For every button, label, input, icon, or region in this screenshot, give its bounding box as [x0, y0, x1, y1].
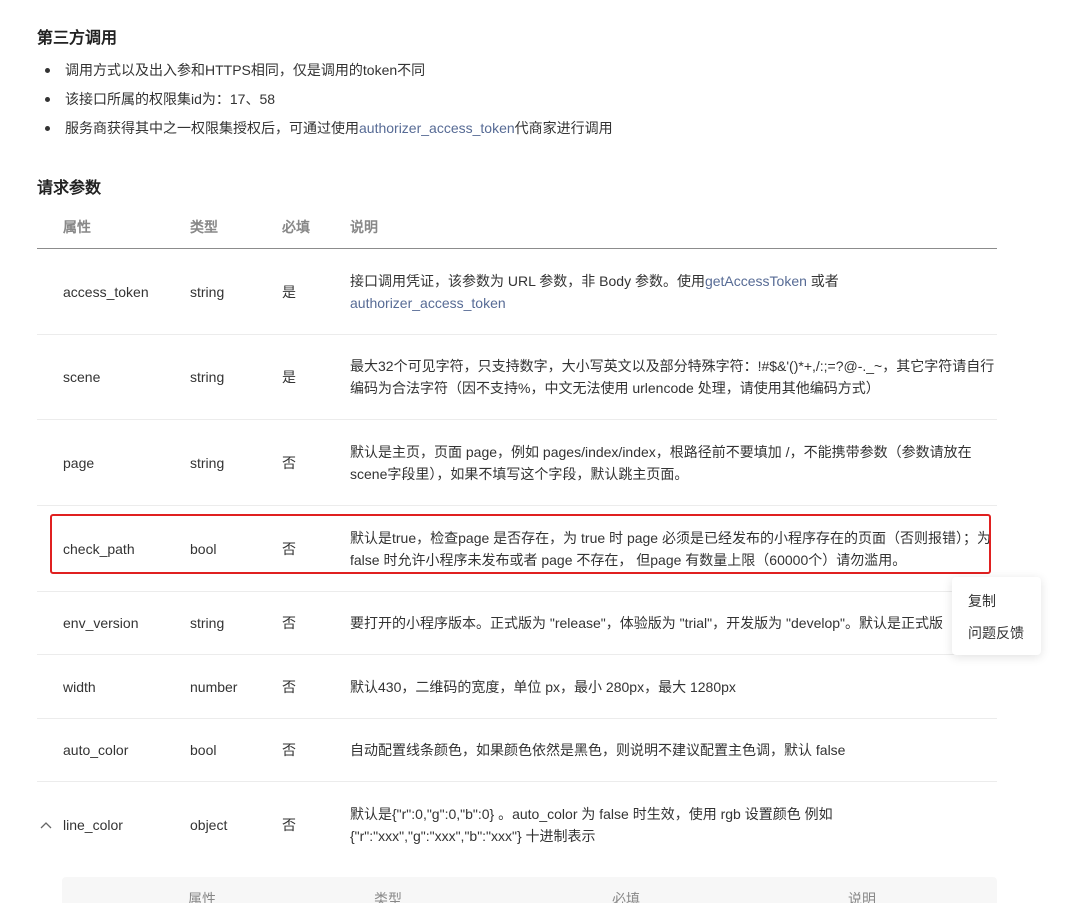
- param-name: env_version: [63, 615, 139, 631]
- table-row: page string 否 默认是主页，页面 page，例如 pages/ind…: [37, 420, 997, 506]
- menu-item-copy[interactable]: 复制: [968, 591, 996, 611]
- sub-header-attribute: 属性: [188, 891, 216, 903]
- chevron-up-icon[interactable]: [40, 818, 52, 832]
- param-required: 是: [282, 283, 296, 300]
- param-description: 默认是主页，页面 page，例如 pages/index/index，根路径前不…: [350, 443, 972, 482]
- param-required: 否: [282, 615, 296, 631]
- param-description: 默认是{"r":0,"g":0,"b":0} 。auto_color 为 fal…: [350, 805, 833, 844]
- section-title-request-params: 请求参数: [37, 180, 102, 197]
- table-row: width number 否 默认430，二维码的宽度，单位 px，最小 280…: [37, 655, 997, 719]
- param-required: 否: [282, 540, 296, 557]
- sub-header-type: 类型: [374, 891, 402, 903]
- table-row: access_token string 是 接口调用凭证，该参数为 URL 参数…: [37, 249, 997, 335]
- table-row[interactable]: line_color object 否 默认是{"r":0,"g":0,"b":…: [37, 782, 997, 867]
- param-name: line_color: [63, 816, 123, 833]
- table-row: auto_color bool 否 自动配置线条颜色，如果颜色依然是黑色，则说明…: [37, 719, 997, 782]
- authorizer-access-token-link[interactable]: authorizer_access_token: [359, 120, 515, 136]
- param-name: scene: [63, 369, 101, 385]
- table-row: env_version string 否 要打开的小程序版本。正式版为 "rel…: [37, 592, 997, 655]
- param-type: string: [190, 615, 225, 631]
- table-header: 属性 类型 必填 说明: [37, 204, 997, 249]
- third-party-bullet-list: 调用方式以及出入参和HTTPS相同，仅是调用的token不同 该接口所属的权限集…: [37, 59, 613, 146]
- bullet-item: 服务商获得其中之一权限集授权后，可通过使用authorizer_access_t…: [37, 117, 613, 146]
- param-type: string: [190, 283, 225, 300]
- authorizer-access-token-link[interactable]: authorizer_access_token: [350, 295, 506, 311]
- param-name: page: [63, 454, 95, 471]
- header-attribute: 属性: [63, 219, 91, 235]
- params-table: 属性 类型 必填 说明 access_token string 是 接口调用凭证…: [37, 204, 997, 867]
- param-description: 自动配置线条颜色，如果颜色依然是黑色，则说明不建议配置主色调，默认 false: [350, 742, 846, 758]
- param-required: 是: [282, 369, 296, 385]
- param-description: 接口调用凭证，该参数为 URL 参数，非 Body 参数。使用getAccess…: [350, 272, 839, 311]
- param-type: bool: [190, 742, 217, 758]
- param-description: 默认是true，检查page 是否存在，为 true 时 page 必须是已经发…: [350, 529, 991, 568]
- param-required: 否: [282, 454, 296, 471]
- sub-header-required: 必填: [612, 891, 640, 903]
- param-type: string: [190, 369, 225, 385]
- nested-params-table-header: 属性 类型 必填 说明: [62, 877, 997, 903]
- param-type: string: [190, 454, 225, 471]
- get-access-token-link[interactable]: getAccessToken: [705, 273, 807, 289]
- param-name: width: [63, 678, 96, 695]
- param-name: check_path: [63, 540, 135, 557]
- param-description: 默认430，二维码的宽度，单位 px，最小 280px，最大 1280px: [350, 678, 736, 695]
- header-description: 说明: [350, 219, 378, 235]
- bullet-item: 该接口所属的权限集id为：17、58: [37, 88, 613, 117]
- sub-header-description: 说明: [848, 891, 876, 903]
- param-type: number: [190, 678, 238, 695]
- param-type: object: [190, 816, 228, 833]
- param-required: 否: [282, 678, 296, 695]
- param-required: 否: [282, 742, 296, 758]
- param-name: access_token: [63, 283, 149, 300]
- param-description: 最大32个可见字符，只支持数字，大小写英文以及部分特殊字符：!#$&'()*+,…: [350, 358, 995, 396]
- table-row: check_path bool 否 默认是true，检查page 是否存在，为 …: [37, 506, 997, 592]
- menu-item-feedback[interactable]: 问题反馈: [968, 623, 1024, 643]
- param-type: bool: [190, 540, 217, 557]
- table-row: scene string 是 最大32个可见字符，只支持数字，大小写英文以及部分…: [37, 335, 997, 420]
- bullet-item: 调用方式以及出入参和HTTPS相同，仅是调用的token不同: [37, 59, 613, 88]
- header-type: 类型: [190, 219, 218, 235]
- param-name: auto_color: [63, 742, 129, 758]
- section-title-third-party: 第三方调用: [37, 30, 118, 47]
- param-description: 要打开的小程序版本。正式版为 "release"，体验版为 "trial"，开发…: [350, 615, 944, 631]
- param-required: 否: [282, 816, 296, 833]
- header-required: 必填: [282, 219, 310, 235]
- context-menu: 复制 问题反馈: [952, 577, 1041, 655]
